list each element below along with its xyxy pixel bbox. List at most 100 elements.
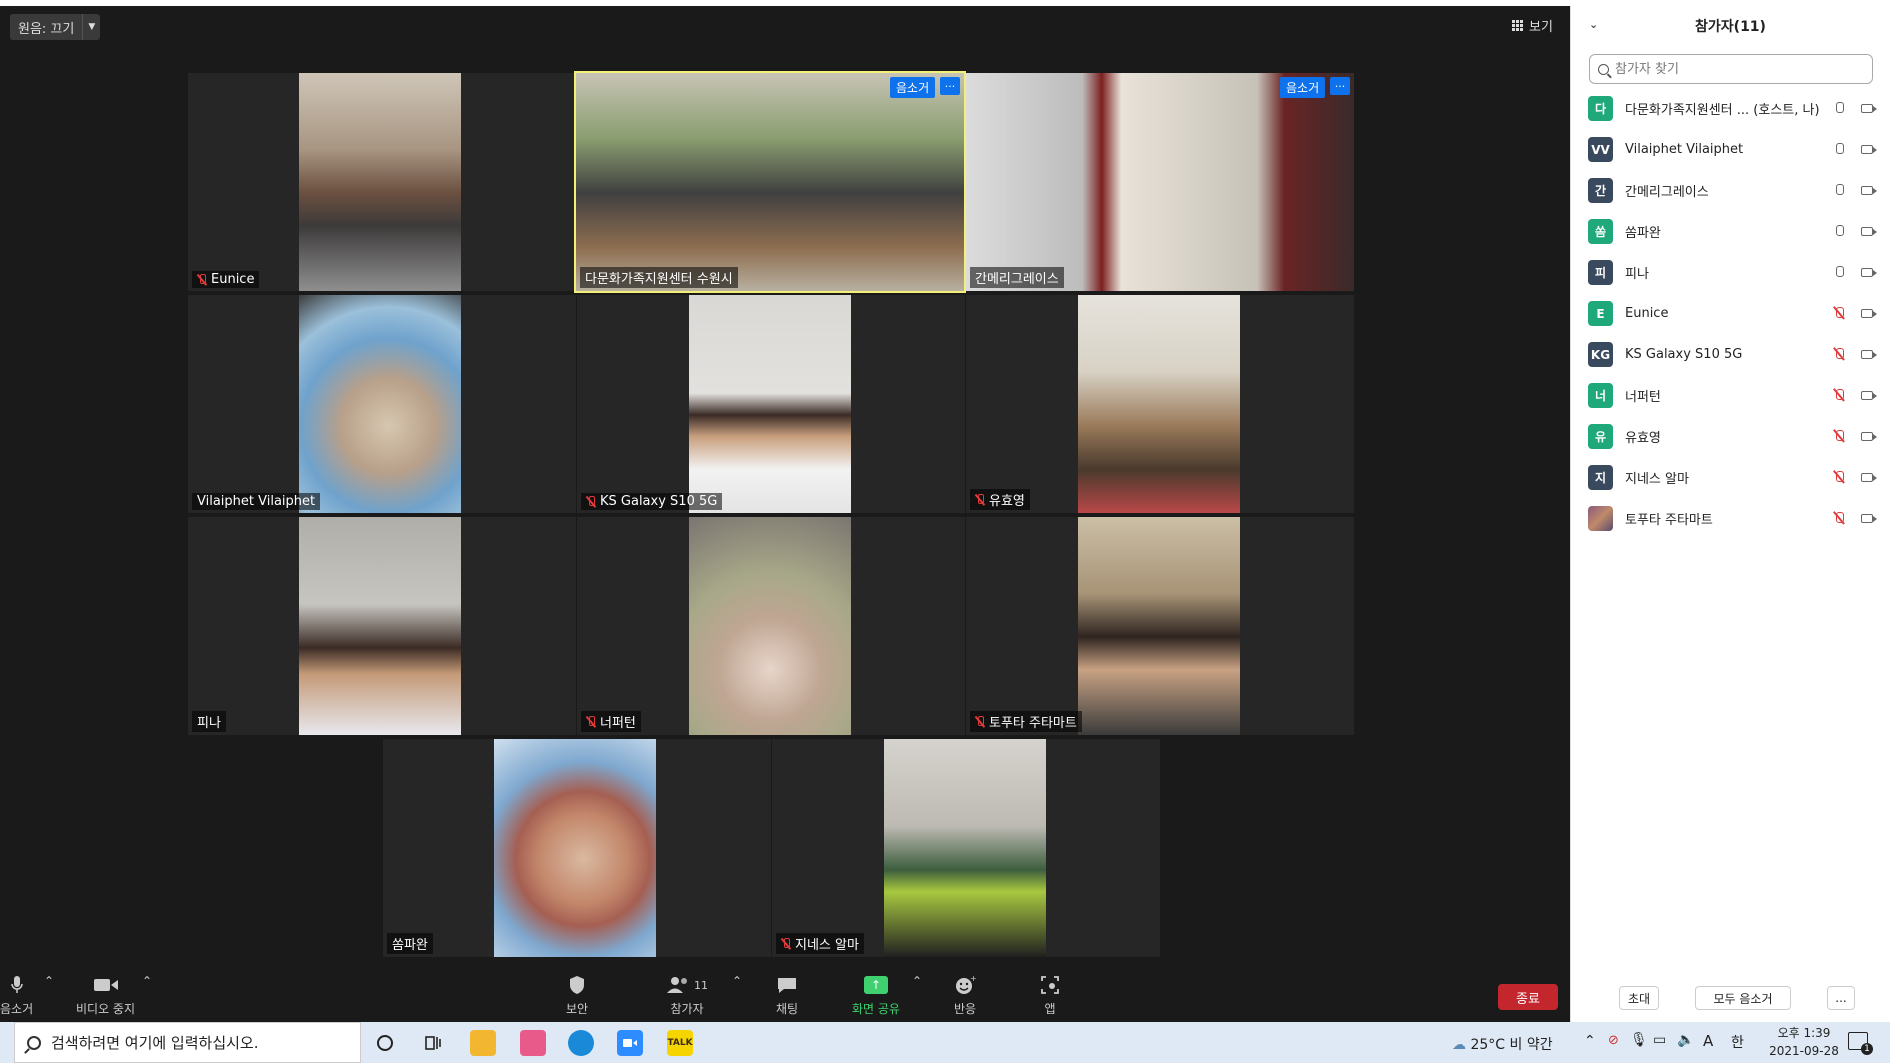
tile-name-label: Vilaiphet Vilaiphet — [192, 493, 321, 510]
participants-button[interactable]: 11 참가자 — [666, 974, 708, 1017]
avatar: E — [1588, 301, 1613, 326]
ime-mode-indicator[interactable]: A — [1703, 1032, 1713, 1050]
more-options-button[interactable]: ··· — [940, 77, 960, 95]
participant-row[interactable]: 토푸타 주타마트 — [1571, 498, 1890, 539]
participant-row[interactable]: VV Vilaiphet Vilaiphet — [1571, 129, 1890, 170]
video-camera-icon[interactable] — [1861, 104, 1877, 113]
participant-name: 지네스 알마 — [1625, 472, 1689, 487]
reactions-button[interactable]: + 반응 — [954, 974, 976, 1017]
video-camera-icon[interactable] — [1861, 350, 1877, 359]
view-label: 보기 — [1529, 20, 1553, 35]
participant-row[interactable]: 쏨 쏨파완 — [1571, 211, 1890, 252]
video-options-chevron-icon[interactable]: ⌃ — [142, 974, 152, 988]
video-tile[interactable]: 쏨파완 — [383, 739, 771, 957]
microphone-muted-icon[interactable] — [1835, 307, 1844, 320]
volume-icon[interactable]: 🔈 — [1677, 1032, 1694, 1048]
microphone-muted-icon[interactable] — [1835, 430, 1844, 443]
cortana-icon[interactable] — [372, 1030, 398, 1056]
share-screen-button[interactable]: ↑ 화면 공유 — [852, 974, 900, 1017]
microphone-muted-icon[interactable] — [1835, 471, 1844, 484]
kakaotalk-icon[interactable]: TALK — [667, 1030, 693, 1056]
original-audio-button[interactable]: 원음: 끄기 ▼ — [10, 14, 101, 40]
video-tile[interactable]: 지네스 알마 — [772, 739, 1160, 957]
video-tile[interactable]: Vilaiphet Vilaiphet — [188, 295, 576, 513]
avatar: 너 — [1588, 383, 1613, 408]
microphone-icon[interactable] — [1835, 225, 1844, 238]
video-tile[interactable]: 음소거 ··· 간메리그레이스 — [966, 73, 1354, 291]
microphone-icon[interactable] — [1835, 143, 1844, 156]
tile-name-label: 쏨파완 — [387, 933, 433, 954]
video-feed — [966, 73, 1354, 291]
shield-icon — [568, 974, 586, 996]
video-tile[interactable]: Eunice — [188, 73, 576, 291]
taskbar-search-box[interactable]: 검색하려면 여기에 입력하십시오. — [14, 1022, 361, 1063]
video-tile[interactable]: 너퍼턴 — [577, 517, 965, 735]
language-indicator[interactable]: 한 — [1731, 1032, 1744, 1052]
tray-chevron-icon[interactable]: ⌃ — [1584, 1033, 1596, 1049]
security-button[interactable]: 보안 — [566, 974, 588, 1017]
paint-app-icon[interactable] — [520, 1030, 546, 1056]
network-icon[interactable]: ▭ — [1653, 1032, 1666, 1048]
mute-participant-button[interactable]: 음소거 — [890, 77, 936, 98]
participant-row[interactable]: 피 피나 — [1571, 252, 1890, 293]
participant-row[interactable]: 너 너퍼턴 — [1571, 375, 1890, 416]
video-tile[interactable]: KS Galaxy S10 5G — [577, 295, 965, 513]
video-camera-icon[interactable] — [1861, 473, 1877, 482]
windows-taskbar: 검색하려면 여기에 입력하십시오. TALK ☁ 25°C 비 약간 ⌃ ⊘ 🎙… — [0, 1022, 1890, 1063]
microphone-icon[interactable] — [1835, 102, 1844, 115]
microphone-tray-icon[interactable]: 🎙 — [1630, 1032, 1648, 1048]
video-camera-icon[interactable] — [1861, 391, 1877, 400]
video-camera-icon[interactable] — [1861, 514, 1877, 523]
stop-video-button[interactable]: 비디오 중지 — [76, 974, 135, 1017]
invite-button[interactable]: 초대 — [1619, 986, 1659, 1010]
microphone-icon[interactable] — [1835, 266, 1844, 279]
video-camera-icon[interactable] — [1861, 186, 1877, 195]
apps-button[interactable]: 앱 — [1040, 974, 1060, 1017]
end-meeting-button[interactable]: 종료 — [1498, 984, 1558, 1010]
weather-widget[interactable]: ☁ 25°C 비 약간 — [1452, 1034, 1553, 1054]
chevron-down-icon[interactable]: ▼ — [82, 14, 100, 40]
video-camera-icon[interactable] — [1861, 309, 1877, 318]
participant-row[interactable]: E Eunice — [1571, 293, 1890, 334]
video-camera-icon[interactable] — [1861, 268, 1877, 277]
more-options-button[interactable]: ... — [1827, 986, 1855, 1010]
mute-all-button[interactable]: 모두 음소거 — [1695, 986, 1791, 1010]
participant-name: 너퍼턴 — [1625, 390, 1661, 405]
participant-row[interactable]: 다 다문화가족지원센터 ... (호스트, 나) — [1571, 88, 1890, 129]
video-tile[interactable]: 유효영 — [966, 295, 1354, 513]
chat-button[interactable]: 채팅 — [776, 974, 798, 1017]
notification-center-icon[interactable]: 1 — [1848, 1032, 1873, 1055]
participants-options-chevron-icon[interactable]: ⌃ — [732, 974, 742, 988]
video-tile-active-speaker[interactable]: 음소거 ··· 다문화가족지원센터 수원시 — [574, 71, 966, 293]
clock[interactable]: 오후 1:39 2021-09-28 — [1764, 1024, 1844, 1060]
view-button[interactable]: 보기 — [1512, 16, 1553, 35]
video-camera-icon[interactable] — [1861, 227, 1877, 236]
edge-browser-icon[interactable] — [568, 1030, 594, 1056]
file-explorer-icon[interactable] — [470, 1030, 496, 1056]
participant-search-input[interactable] — [1615, 61, 1845, 77]
video-camera-icon[interactable] — [1861, 145, 1877, 154]
mute-button[interactable]: 음소거 — [0, 974, 33, 1017]
participant-search-box[interactable] — [1589, 54, 1873, 84]
video-feed — [884, 739, 1046, 957]
mic-muted-icon — [586, 495, 596, 508]
audio-options-chevron-icon[interactable]: ⌃ — [44, 974, 54, 988]
zoom-app-icon[interactable] — [617, 1030, 643, 1056]
participant-row[interactable]: 유 유효영 — [1571, 416, 1890, 457]
microphone-icon[interactable] — [1835, 184, 1844, 197]
share-options-chevron-icon[interactable]: ⌃ — [912, 974, 922, 988]
collapse-chevron-icon[interactable]: ⌄ — [1589, 18, 1598, 31]
video-camera-icon[interactable] — [1861, 432, 1877, 441]
mute-participant-button[interactable]: 음소거 — [1280, 77, 1326, 98]
video-tile[interactable]: 피나 — [188, 517, 576, 735]
participant-row[interactable]: KG KS Galaxy S10 5G — [1571, 334, 1890, 375]
video-tile[interactable]: 토푸타 주타마트 — [966, 517, 1354, 735]
participant-row[interactable]: 지 지네스 알마 — [1571, 457, 1890, 498]
microphone-muted-icon[interactable] — [1835, 389, 1844, 402]
microphone-muted-icon[interactable] — [1835, 512, 1844, 525]
participant-row[interactable]: 간 간메리그레이스 — [1571, 170, 1890, 211]
more-options-button[interactable]: ··· — [1330, 77, 1350, 95]
tray-app-icon[interactable]: ⊘ — [1608, 1033, 1619, 1048]
task-view-icon[interactable] — [420, 1030, 446, 1056]
microphone-muted-icon[interactable] — [1835, 348, 1844, 361]
